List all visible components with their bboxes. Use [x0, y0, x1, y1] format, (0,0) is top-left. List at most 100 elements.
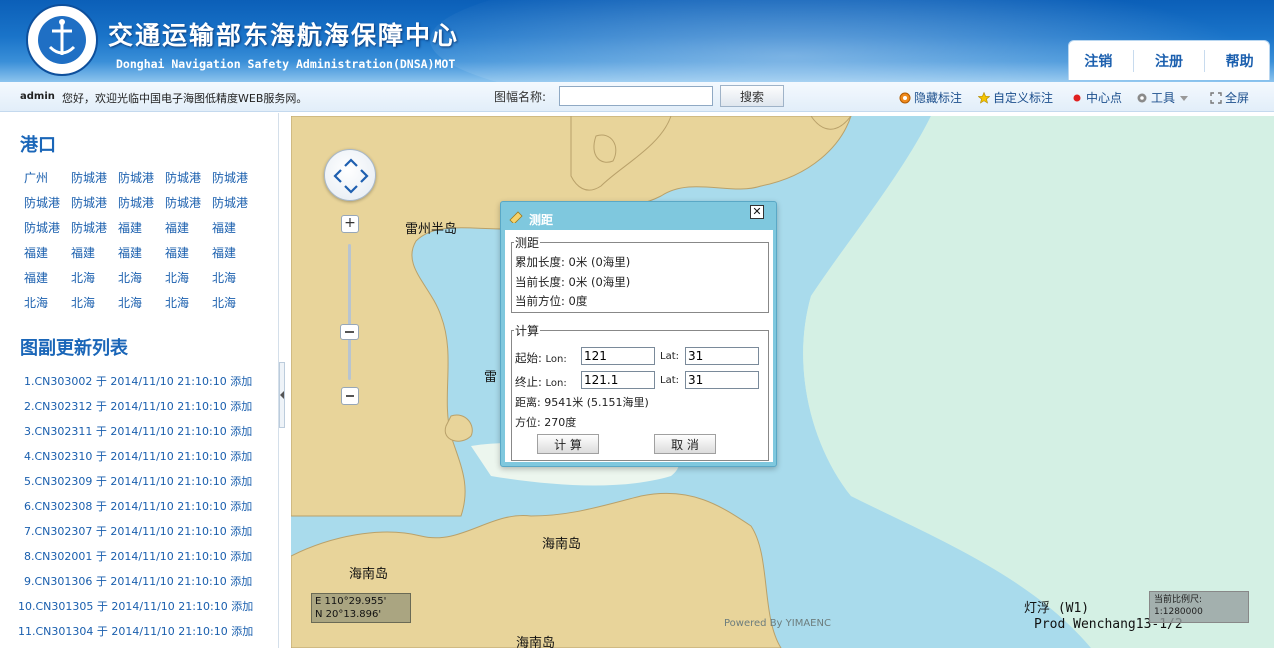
update-sep: 于 — [95, 375, 107, 388]
port-link[interactable]: 北海 — [71, 270, 118, 286]
zoom-out-button[interactable] — [341, 387, 359, 405]
update-add-link[interactable]: 添加 — [230, 525, 252, 538]
update-date: 2014/11/10 21:10:10 — [111, 625, 228, 638]
port-link[interactable]: 福建 — [212, 220, 259, 236]
port-link[interactable]: 福建 — [165, 245, 212, 261]
close-icon[interactable]: ✕ — [750, 205, 764, 219]
custom-marker-tool[interactable]: 自定义标注 — [978, 89, 1053, 106]
update-sep: 于 — [95, 450, 107, 463]
chart-name-search-input[interactable] — [559, 86, 713, 106]
update-date: 2014/11/10 21:10:10 — [110, 550, 227, 563]
update-add-link[interactable]: 添加 — [231, 625, 253, 638]
pan-control[interactable] — [324, 149, 376, 201]
port-link[interactable]: 福建 — [24, 270, 71, 286]
sidebar-collapse-handle[interactable] — [279, 362, 285, 428]
total-length: 累加长度: 0米 (0海里) — [515, 255, 631, 269]
update-date: 2014/11/10 21:10:10 — [110, 400, 227, 413]
top-nav: 注销 注册 帮助 — [1068, 40, 1270, 80]
update-add-link[interactable]: 添加 — [230, 425, 252, 438]
distance-result: 距离: 9541米 (5.151海里) — [515, 396, 649, 409]
update-sep: 于 — [95, 500, 107, 513]
register-link[interactable]: 注册 — [1145, 51, 1193, 71]
sidebar: 港口 广州 防城港 防城港 防城港 防城港 防城港 防城港 防城港 防城港 防城港 防城港 防城港 福建… — [0, 113, 279, 648]
port-link[interactable]: 北海 — [71, 295, 118, 311]
update-index: 7. — [24, 525, 35, 538]
port-link[interactable]: 北海 — [212, 270, 259, 286]
port-link[interactable]: 防城港 — [165, 170, 212, 186]
port-link[interactable]: 防城港 — [71, 195, 118, 211]
update-sep: 于 — [95, 525, 107, 538]
port-link[interactable]: 福建 — [24, 245, 71, 261]
port-link[interactable]: 防城港 — [118, 170, 165, 186]
port-link[interactable]: 北海 — [165, 295, 212, 311]
chart-map[interactable]: 雷州半岛 雷 海南岛 海南岛 海南岛 灯浮 (W1) Prod Wenchang… — [291, 116, 1274, 648]
port-link[interactable]: 防城港 — [71, 170, 118, 186]
help-link[interactable]: 帮助 — [1216, 51, 1264, 71]
port-link[interactable]: 福建 — [165, 220, 212, 236]
bearing-result: 方位: 270度 — [515, 416, 577, 429]
zoom-in-button[interactable]: + — [341, 215, 359, 233]
update-index: 9. — [24, 575, 35, 588]
fullscreen-tool[interactable]: 全屏 — [1210, 89, 1249, 106]
port-link[interactable]: 防城港 — [71, 220, 118, 236]
update-index: 6. — [24, 500, 35, 513]
pan-arrows-icon — [333, 158, 369, 194]
update-add-link[interactable]: 添加 — [230, 475, 252, 488]
port-link[interactable]: 北海 — [24, 295, 71, 311]
update-sep: 于 — [95, 550, 107, 563]
toolbar: admin 您好，欢迎光临中国电子海图低精度WEB服务网。 图幅名称: 搜索 隐… — [0, 82, 1274, 112]
port-link[interactable]: 防城港 — [165, 195, 212, 211]
port-link[interactable]: 福建 — [71, 245, 118, 261]
search-button[interactable]: 搜索 — [720, 85, 784, 107]
zoom-slider-handle[interactable] — [340, 324, 359, 340]
cancel-button[interactable]: 取 消 — [654, 434, 716, 454]
port-link[interactable]: 防城港 — [212, 195, 259, 211]
update-add-link[interactable]: 添加 — [230, 550, 252, 563]
update-add-link[interactable]: 添加 — [230, 575, 252, 588]
logout-link[interactable]: 注销 — [1074, 51, 1122, 71]
port-link[interactable]: 防城港 — [212, 170, 259, 186]
update-add-link[interactable]: 添加 — [231, 600, 253, 613]
update-code: CN302307 — [34, 525, 93, 538]
update-sep: 于 — [95, 425, 107, 438]
center-point-label: 中心点 — [1086, 91, 1123, 105]
update-item: 6.CN302308 于 2014/11/10 21:10:10 添加 — [18, 498, 276, 523]
update-date: 2014/11/10 21:10:10 — [111, 600, 228, 613]
update-code: CN301306 — [34, 575, 93, 588]
calculate-button[interactable]: 计 算 — [537, 434, 599, 454]
port-link[interactable]: 北海 — [165, 270, 212, 286]
port-link[interactable]: 广州 — [24, 170, 71, 186]
start-lat-input[interactable] — [685, 347, 759, 365]
scale-readout: 当前比例尺: 1:1280000 — [1149, 591, 1249, 623]
port-link[interactable]: 北海 — [118, 295, 165, 311]
port-link[interactable]: 防城港 — [118, 195, 165, 211]
port-link[interactable]: 北海 — [212, 295, 259, 311]
end-lon-input[interactable] — [581, 371, 655, 389]
port-link[interactable]: 福建 — [118, 245, 165, 261]
coordinate-readout: E 110°29.955' N 20°13.896' — [311, 593, 411, 623]
update-add-link[interactable]: 添加 — [230, 375, 252, 388]
nav-divider — [1203, 49, 1205, 72]
tools-menu[interactable]: 工具 — [1136, 89, 1190, 106]
update-add-link[interactable]: 添加 — [230, 400, 252, 413]
update-code: CN301305 — [35, 600, 94, 613]
port-link[interactable]: 福建 — [212, 245, 259, 261]
port-link[interactable]: 福建 — [118, 220, 165, 236]
end-lat-input[interactable] — [685, 371, 759, 389]
port-link[interactable]: 防城港 — [24, 220, 71, 236]
center-point-tool[interactable]: 中心点 — [1071, 89, 1122, 106]
start-lon-input[interactable] — [581, 347, 655, 365]
tools-icon — [1137, 93, 1147, 102]
update-item: 4.CN302310 于 2014/11/10 21:10:10 添加 — [18, 448, 276, 473]
hide-markers-tool[interactable]: 隐藏标注 — [899, 89, 962, 106]
start-label: 起始: Lon: — [515, 350, 567, 366]
port-link[interactable]: 防城港 — [24, 195, 71, 211]
star-icon — [978, 91, 990, 104]
update-add-link[interactable]: 添加 — [230, 500, 252, 513]
update-add-link[interactable]: 添加 — [230, 450, 252, 463]
port-link[interactable]: 北海 — [118, 270, 165, 286]
updates-list: 1.CN303002 于 2014/11/10 21:10:10 添加 2.CN3… — [18, 373, 276, 648]
end-lon-label: Lon: — [545, 378, 567, 389]
zoom-slider-track[interactable] — [348, 244, 351, 380]
update-item: 11.CN301304 于 2014/11/10 21:10:10 添加 — [18, 623, 276, 648]
